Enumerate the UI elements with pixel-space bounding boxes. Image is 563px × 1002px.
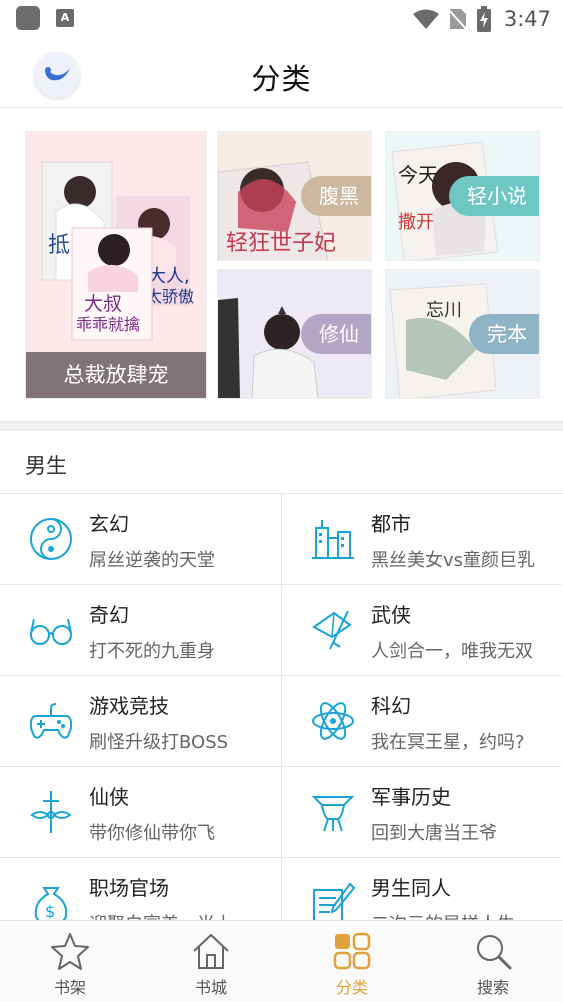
no-sim-icon — [447, 8, 468, 31]
svg-text:今天: 今天 — [398, 163, 438, 187]
category-name: 玄幻 — [89, 512, 129, 536]
category-desc: 迎娶白富美，当上 — [89, 910, 233, 920]
grid-icon — [333, 932, 371, 970]
svg-text:乖乖就擒: 乖乖就擒 — [76, 315, 140, 334]
category-junshilishi[interactable]: 军事历史 回到大唐当王爷 — [281, 767, 562, 858]
category-name: 游戏竞技 — [89, 694, 169, 718]
banner-big-label: 总裁放肆宠 — [26, 352, 206, 398]
clock-time: 3:47 — [503, 7, 551, 31]
header-bar: 分类 — [0, 38, 563, 108]
search-icon — [477, 935, 512, 970]
svg-text:抵: 抵 — [48, 233, 70, 258]
category-xuanhuan[interactable]: 玄幻 屌丝逆袭的天堂 — [0, 494, 281, 585]
category-dushi[interactable]: 都市 黑丝美女vs童颜巨乳 — [281, 494, 562, 585]
category-xianxia[interactable]: 仙侠 带你修仙带你飞 — [0, 767, 281, 858]
notification-app-icon — [16, 6, 40, 30]
svg-text:大人,: 大人, — [148, 266, 190, 287]
section-title-male: 男生 — [25, 454, 67, 478]
app-screen: A 3:47 分类 大人, 太骄傲 大叔 乖乖就擒 抵 总裁放肆宠 轻狂世子妃 … — [0, 0, 563, 1002]
category-qihuan[interactable]: 奇幻 打不死的九重身 — [0, 585, 281, 676]
category-name: 仙侠 — [89, 785, 129, 809]
banner-card-qingxiaoshuo[interactable]: 今天 撒开 轻小说 — [385, 131, 540, 261]
category-desc: 我在冥王星，约吗? — [371, 732, 525, 753]
banner-card-xiuxian[interactable]: 修仙 — [217, 269, 372, 399]
category-desc: 二次元的异样人生 — [371, 910, 515, 920]
page-title: 分类 — [251, 62, 312, 96]
category-name: 武侠 — [371, 603, 411, 627]
category-name: 男生同人 — [371, 876, 451, 900]
category-name: 都市 — [371, 512, 411, 536]
flying-sword-icon — [30, 791, 72, 833]
nav-label: 搜索 — [476, 978, 509, 997]
wifi-icon — [412, 9, 439, 29]
section-divider — [0, 421, 563, 431]
svg-text:忘川: 忘川 — [426, 300, 462, 321]
category-youxijingji[interactable]: 游戏竞技 刷怪升级打BOSS — [0, 676, 281, 767]
category-desc: 打不死的九重身 — [89, 641, 215, 662]
category-name: 军事历史 — [371, 785, 451, 809]
hat-sword-icon — [312, 610, 352, 650]
svg-text:撒开: 撒开 — [398, 212, 434, 233]
banner-card-wanben[interactable]: 忘川 完本 — [385, 269, 540, 399]
nav-label: 分类 — [335, 978, 368, 997]
category-nanshengtongren[interactable]: 男生同人 二次元的异样人生 — [281, 858, 562, 920]
tag-fuhei: 腹黑 — [301, 176, 371, 216]
svg-text:$: $ — [45, 902, 55, 920]
nav-label: 书城 — [194, 978, 227, 997]
category-name: 奇幻 — [89, 603, 129, 627]
category-name: 科幻 — [371, 694, 411, 718]
banner-card-fuhei[interactable]: 轻狂世子妃 腹黑 — [217, 131, 372, 261]
yin-yang-icon — [30, 518, 72, 560]
nav-search[interactable]: 搜索 — [423, 921, 563, 1002]
star-icon — [51, 933, 89, 970]
bottom-navigation: 书架 书城 分类 搜索 — [0, 920, 563, 1002]
atom-icon — [312, 702, 354, 740]
category-desc: 带你修仙带你飞 — [89, 823, 215, 844]
book-covers-artwork: 大人, 太骄傲 大叔 乖乖就擒 抵 — [26, 132, 206, 354]
tag-qingxiaoshuo: 轻小说 — [449, 176, 539, 216]
category-desc: 回到大唐当王爷 — [371, 823, 497, 844]
money-bag-icon: $ — [34, 887, 68, 920]
battery-charging-icon — [476, 6, 491, 32]
featured-banners: 大人, 太骄傲 大叔 乖乖就擒 抵 总裁放肆宠 轻狂世子妃 腹黑 今天 撒开 轻… — [0, 109, 563, 421]
gamepad-icon — [29, 703, 73, 739]
tag-xiuxian: 修仙 — [301, 314, 371, 354]
status-bar-right: 3:47 — [412, 4, 551, 34]
status-bar: A 3:47 — [0, 0, 563, 38]
glasses-icon — [30, 618, 72, 645]
svg-text:太骄傲: 太骄傲 — [146, 287, 194, 306]
notification-a-icon: A — [56, 9, 74, 27]
nav-category[interactable]: 分类 — [282, 921, 422, 1002]
svg-text:轻狂世子妃: 轻狂世子妃 — [226, 231, 336, 256]
category-grid: 玄幻 屌丝逆袭的天堂 都市 黑丝美女vs童颜巨乳 奇幻 打不死的九重身 武侠 人… — [0, 494, 563, 920]
ancient-vessel-icon — [311, 796, 355, 832]
pen-paper-icon — [313, 882, 356, 920]
tag-wanben: 完本 — [469, 314, 539, 354]
category-zhichangguanchang[interactable]: $ 职场官场 迎娶白富美，当上 — [0, 858, 281, 920]
house-icon — [193, 934, 229, 969]
nav-bookstore[interactable]: 书城 — [141, 921, 281, 1002]
category-kehuan[interactable]: 科幻 我在冥王星，约吗? — [281, 676, 562, 767]
nav-label: 书架 — [53, 978, 86, 997]
city-buildings-icon — [312, 520, 354, 559]
category-desc: 屌丝逆袭的天堂 — [89, 550, 215, 571]
category-desc: 人剑合一，唯我无双 — [371, 641, 533, 662]
category-desc: 刷怪升级打BOSS — [89, 732, 229, 753]
category-wuxia[interactable]: 武侠 人剑合一，唯我无双 — [281, 585, 562, 676]
banner-big-card[interactable]: 大人, 太骄傲 大叔 乖乖就擒 抵 总裁放肆宠 — [25, 131, 207, 399]
category-desc: 黑丝美女vs童颜巨乳 — [371, 550, 536, 571]
svg-text:大叔: 大叔 — [84, 293, 122, 315]
category-name: 职场官场 — [89, 876, 169, 900]
nav-bookshelf[interactable]: 书架 — [0, 921, 140, 1002]
